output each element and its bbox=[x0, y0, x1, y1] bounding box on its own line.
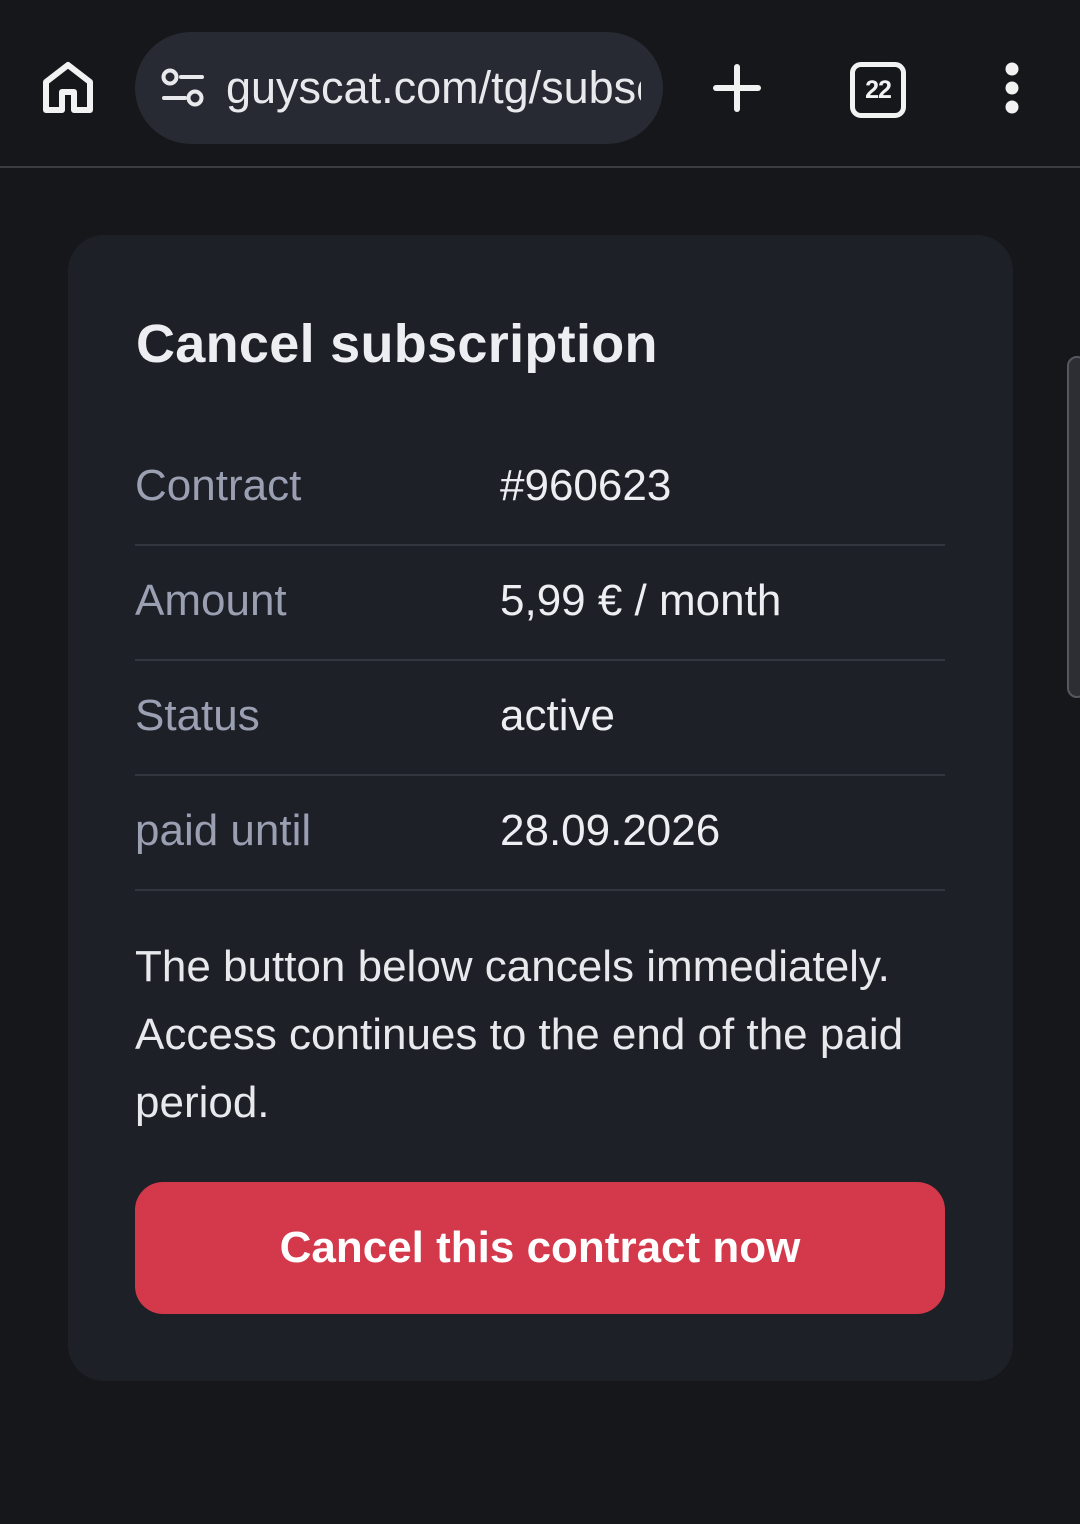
cancel-contract-button[interactable]: Cancel this contract now bbox=[135, 1182, 945, 1314]
site-settings-icon[interactable] bbox=[155, 60, 211, 116]
tab-switcher-icon: 22 bbox=[850, 62, 906, 118]
detail-label: Amount bbox=[135, 576, 287, 625]
cancel-notice: The button below cancels immediately. Ac… bbox=[135, 942, 904, 1127]
tab-count: 22 bbox=[865, 75, 892, 104]
page: guyscat.com/tg/subscription 22 bbox=[0, 0, 1080, 1524]
url-text[interactable]: guyscat.com/tg/subscription bbox=[226, 32, 641, 144]
cancel-subscription-card: Cancel subscription Contract #960623 Amo… bbox=[68, 235, 1013, 1381]
detail-label: Contract bbox=[135, 461, 302, 510]
detail-row-paid-until: paid until 28.09.2026 bbox=[135, 776, 945, 891]
menu-button[interactable] bbox=[972, 50, 1052, 130]
detail-row-contract: Contract #960623 bbox=[135, 431, 945, 546]
detail-row-amount: Amount 5,99 € / month bbox=[135, 546, 945, 661]
detail-value: active bbox=[500, 691, 615, 740]
detail-label: paid until bbox=[135, 806, 312, 855]
page-scrollbar[interactable] bbox=[1067, 356, 1080, 698]
address-bar[interactable]: guyscat.com/tg/subscription bbox=[135, 32, 663, 144]
contract-details: Contract #960623 Amount 5,99 € / month S… bbox=[135, 431, 945, 891]
tab-switcher-button[interactable]: 22 bbox=[838, 50, 918, 130]
detail-row-status: Status active bbox=[135, 661, 945, 776]
detail-value: 28.09.2026 bbox=[500, 806, 721, 855]
browser-toolbar: guyscat.com/tg/subscription 22 bbox=[0, 0, 1080, 168]
home-button[interactable] bbox=[28, 50, 108, 130]
more-vert-icon bbox=[1002, 62, 1022, 119]
new-tab-button[interactable] bbox=[697, 50, 777, 130]
page-title: Cancel subscription bbox=[136, 314, 658, 374]
home-icon bbox=[42, 60, 94, 121]
detail-label: Status bbox=[135, 691, 260, 740]
plus-icon bbox=[712, 63, 762, 118]
detail-value: 5,99 € / month bbox=[500, 576, 782, 625]
detail-value: #960623 bbox=[500, 461, 672, 510]
